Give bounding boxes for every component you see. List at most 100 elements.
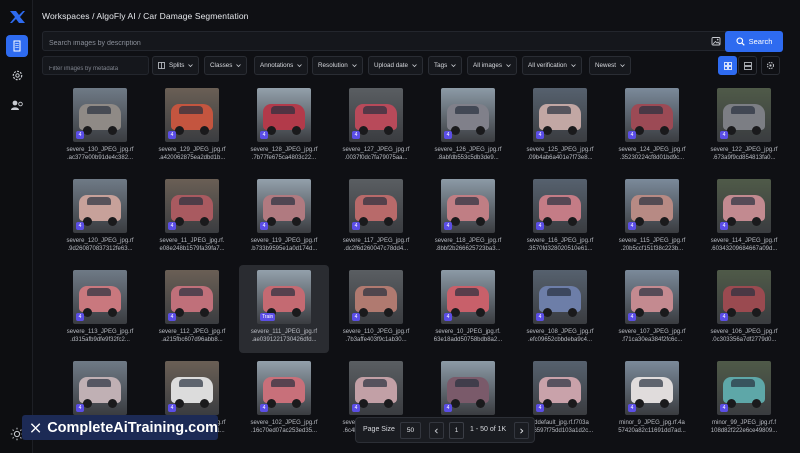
car-window bbox=[455, 197, 479, 205]
car-wheel bbox=[175, 308, 184, 317]
filter-resolution[interactable]: Resolution bbox=[312, 56, 363, 75]
image-thumbnail[interactable]: 4 bbox=[349, 88, 403, 142]
grid-view-button[interactable] bbox=[718, 56, 737, 75]
image-thumbnail[interactable]: 4 bbox=[257, 361, 311, 415]
image-card[interactable]: 4 severe_113_JPEG_jpg.rf .d315afb9dfe9f32f… bbox=[55, 265, 145, 353]
image-thumbnail[interactable]: 4 bbox=[533, 179, 587, 233]
car-wheel bbox=[635, 126, 644, 135]
filter-upload-date[interactable]: Upload date bbox=[368, 56, 423, 75]
image-card[interactable]: 4 severe_130_JPEG_jpg.rf .ac377e00b91de4c3… bbox=[55, 83, 145, 171]
image-thumbnail[interactable]: 4 bbox=[625, 361, 679, 415]
image-card[interactable]: 4 minor_9_JPEG_jpg.rf.4a 57420a82c11691dd7… bbox=[607, 356, 697, 444]
page-size-select[interactable]: 50 bbox=[400, 422, 421, 439]
car-wheel bbox=[568, 126, 577, 135]
search-button-label: Search bbox=[748, 37, 773, 46]
filter-classes[interactable]: Classes bbox=[204, 56, 248, 75]
car-wheel bbox=[727, 217, 736, 226]
annotation-badge: 4 bbox=[168, 404, 176, 412]
image-thumbnail[interactable]: 4 bbox=[73, 270, 127, 324]
image-card[interactable]: 4 severe_115_JPEG_jpg.rf .20b5ccf151f38c22… bbox=[607, 174, 697, 262]
search-input[interactable] bbox=[43, 34, 683, 53]
image-filename-hash: .3570fd328020510e61... bbox=[527, 246, 593, 252]
image-thumbnail[interactable]: 4 bbox=[717, 270, 771, 324]
image-card[interactable]: 4 severe_126_JPEG_jpg.rf .8abfdb553c5db3de… bbox=[423, 83, 513, 171]
nav-settings-button[interactable] bbox=[6, 64, 28, 86]
image-thumbnail[interactable]: 4 bbox=[349, 270, 403, 324]
app-logo[interactable] bbox=[8, 8, 26, 26]
search-button[interactable]: Search bbox=[725, 31, 783, 52]
image-card[interactable]: 4 severe_107_JPEG_jpg.rf .f71ca30ea384f2fc… bbox=[607, 265, 697, 353]
nav-users-button[interactable] bbox=[6, 94, 28, 116]
image-thumbnail[interactable]: 4 bbox=[625, 270, 679, 324]
filter-splits[interactable]: Splits bbox=[152, 56, 200, 75]
next-page-button[interactable] bbox=[514, 422, 529, 439]
image-thumbnail[interactable]: 4 bbox=[441, 179, 495, 233]
nav-images-button[interactable] bbox=[6, 35, 28, 57]
image-search-icon[interactable] bbox=[711, 36, 722, 47]
list-view-button[interactable] bbox=[738, 56, 757, 75]
image-filename-hash: .16c70ed07ac253ed35... bbox=[250, 428, 318, 434]
image-thumbnail[interactable]: 4 bbox=[441, 270, 495, 324]
image-card[interactable]: 4 severe_112_JPEG_jpg.rf .a215fbc607d96abb… bbox=[147, 265, 237, 353]
image-card[interactable]: 4 severe_114_JPEG_jpg.rf .60343209684667a0… bbox=[699, 174, 789, 262]
image-thumbnail[interactable]: 4 bbox=[625, 88, 679, 142]
image-thumbnail[interactable]: 4 bbox=[349, 179, 403, 233]
image-thumbnail[interactable]: 4 bbox=[257, 179, 311, 233]
image-thumbnail[interactable]: 4 bbox=[165, 361, 219, 415]
badge-text: 4 bbox=[170, 132, 174, 138]
view-settings-button[interactable] bbox=[761, 56, 780, 75]
image-card[interactable]: 4 severe_119_JPEG_jpg.rf .b733b9595e1a0d17… bbox=[239, 174, 329, 262]
image-thumbnail[interactable]: 4 bbox=[533, 88, 587, 142]
filter-tags[interactable]: Tags bbox=[428, 56, 463, 75]
annotation-badge: 4 bbox=[720, 404, 728, 412]
image-thumbnail[interactable]: Train bbox=[257, 270, 311, 324]
car-wheel bbox=[175, 217, 184, 226]
image-card[interactable]: 4 severe_120_JPEG_jpg.rf .9d260870837312fe… bbox=[55, 174, 145, 262]
annotation-badge: 4 bbox=[76, 131, 84, 139]
prev-page-button[interactable] bbox=[429, 422, 444, 439]
image-thumbnail[interactable]: 4 bbox=[717, 361, 771, 415]
car-wheel bbox=[267, 126, 276, 135]
image-card[interactable]: 4 severe_116_JPEG_jpg.rf .3570fd328020510e… bbox=[515, 174, 605, 262]
image-card[interactable]: 4 severe_10_JPEG_jpg.rf. 63e18add50758bdb8… bbox=[423, 265, 513, 353]
image-thumbnail[interactable]: 4 bbox=[533, 270, 587, 324]
image-thumbnail[interactable]: 4 bbox=[257, 88, 311, 142]
image-card[interactable]: 4 severe_124_JPEG_jpg.rf .35230224cf8d01bd… bbox=[607, 83, 697, 171]
image-thumbnail[interactable]: 4 bbox=[625, 179, 679, 233]
image-card[interactable]: 4 severe_106_JPEG_jpg.rf .0c303356a7df2779… bbox=[699, 265, 789, 353]
image-thumbnail[interactable]: 4 bbox=[349, 361, 403, 415]
image-card[interactable]: Train severe_111_JPEG_jpg.rf .ae0391221730… bbox=[239, 265, 329, 353]
image-card[interactable]: 4 severe_117_JPEG_jpg.rf .dc2f6d260047c78d… bbox=[331, 174, 421, 262]
chevron-right-icon bbox=[520, 427, 524, 434]
badge-text: 4 bbox=[538, 314, 542, 320]
image-card[interactable]: 4 minor_99_JPEG_jpg.rf.f 108d82f222e6ce498… bbox=[699, 356, 789, 444]
filter-verification[interactable]: All verification bbox=[522, 56, 582, 75]
image-thumbnail[interactable]: 4 bbox=[533, 361, 587, 415]
image-card[interactable]: 4 severe_128_JPEG_jpg.rf .7b77fe675ca4803c… bbox=[239, 83, 329, 171]
image-card[interactable]: 4 severe_129_JPEG_jpg.rf .a420062875ea2dbd… bbox=[147, 83, 237, 171]
image-thumbnail[interactable]: 4 bbox=[165, 270, 219, 324]
image-card[interactable]: 4 severe_102_JPEG_jpg.rf .16c70ed07ac253ed… bbox=[239, 356, 329, 444]
image-filename-hash: .dc2f6d260047c78dd4... bbox=[343, 246, 409, 252]
filter-all-images[interactable]: All images bbox=[467, 56, 518, 75]
image-thumbnail[interactable]: 4 bbox=[717, 88, 771, 142]
image-thumbnail[interactable]: 4 bbox=[165, 179, 219, 233]
image-card[interactable]: 4 severe_108_JPEG_jpg.rf .efc09652cbbdeba9… bbox=[515, 265, 605, 353]
image-card[interactable]: 4 severe_11_JPEG_jpg.rf. e08e248b1579fa39f… bbox=[147, 174, 237, 262]
image-card[interactable]: 4 severe_110_JPEG_jpg.rf .7b3affe403f9c1ab… bbox=[331, 265, 421, 353]
filter-annotations[interactable]: Annotations bbox=[254, 56, 309, 75]
image-thumbnail[interactable]: 4 bbox=[441, 88, 495, 142]
image-card[interactable]: 4 severe_127_JPEG_jpg.rf .0037f0dc7fa79075… bbox=[331, 83, 421, 171]
image-thumbnail[interactable]: 4 bbox=[717, 179, 771, 233]
metadata-filter-input[interactable] bbox=[43, 60, 148, 78]
image-card[interactable]: 4 severe_118_JPEG_jpg.rf .8bbf2b266625723b… bbox=[423, 174, 513, 262]
image-card[interactable]: 4 severe_122_JPEG_jpg.rf .673a9f9cd854813f… bbox=[699, 83, 789, 171]
image-thumbnail[interactable]: 4 bbox=[73, 88, 127, 142]
current-page[interactable]: 1 bbox=[449, 422, 464, 439]
image-card[interactable]: 4 severe_125_JPEG_jpg.rf .09b4ab6a401e7f73… bbox=[515, 83, 605, 171]
image-thumbnail[interactable]: 4 bbox=[441, 361, 495, 415]
image-thumbnail[interactable]: 4 bbox=[73, 179, 127, 233]
sort-newest[interactable]: Newest bbox=[589, 56, 631, 75]
image-thumbnail[interactable]: 4 bbox=[165, 88, 219, 142]
image-thumbnail[interactable]: 4 bbox=[73, 361, 127, 415]
